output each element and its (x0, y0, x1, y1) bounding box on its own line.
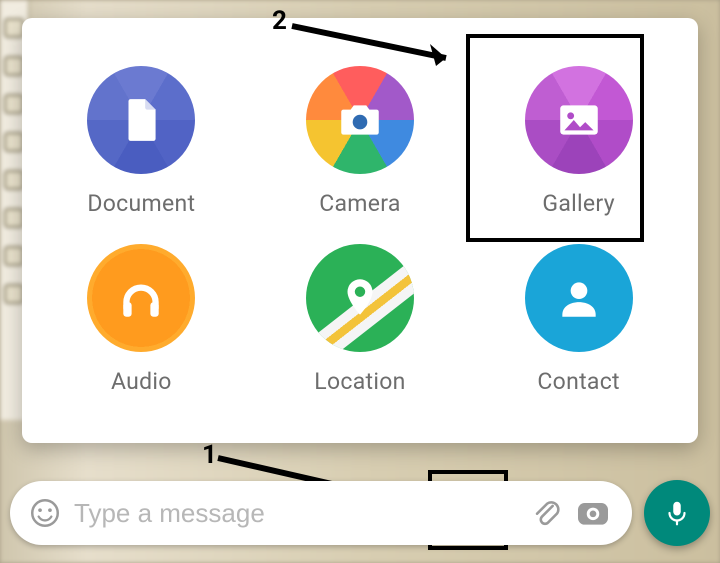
message-input-pill (10, 481, 632, 545)
attach-option-label: Contact (537, 368, 620, 395)
attach-button[interactable] (524, 490, 570, 536)
attach-option-audio[interactable]: Audio (51, 244, 231, 395)
microphone-icon (662, 498, 692, 528)
attach-option-document[interactable]: Document (51, 66, 231, 217)
attach-option-label: Gallery (542, 190, 615, 217)
annotation-number-1: 1 (202, 440, 217, 470)
attach-option-label: Camera (319, 190, 401, 217)
annotation-number-2: 2 (272, 6, 287, 36)
attach-option-label: Audio (111, 368, 172, 395)
attach-option-contact[interactable]: Contact (489, 244, 669, 395)
attach-option-camera[interactable]: Camera (270, 66, 450, 217)
camera-button[interactable] (570, 490, 616, 536)
location-icon (306, 244, 414, 352)
attachment-picker: Document Camera Gallery (22, 18, 698, 443)
contact-icon (525, 244, 633, 352)
attach-option-label: Document (87, 190, 195, 217)
paperclip-icon (530, 496, 564, 530)
attach-option-label: Location (314, 368, 405, 395)
message-input-row (10, 477, 710, 549)
message-input[interactable] (72, 497, 524, 530)
voice-message-button[interactable] (644, 480, 710, 546)
audio-icon (87, 244, 195, 352)
attach-option-location[interactable]: Location (270, 244, 450, 395)
camera-icon (306, 66, 414, 174)
attach-option-gallery[interactable]: Gallery (489, 66, 669, 217)
emoji-icon (28, 496, 62, 530)
emoji-button[interactable] (22, 490, 68, 536)
camera-small-icon (573, 493, 613, 533)
document-icon (87, 66, 195, 174)
gallery-icon (525, 66, 633, 174)
